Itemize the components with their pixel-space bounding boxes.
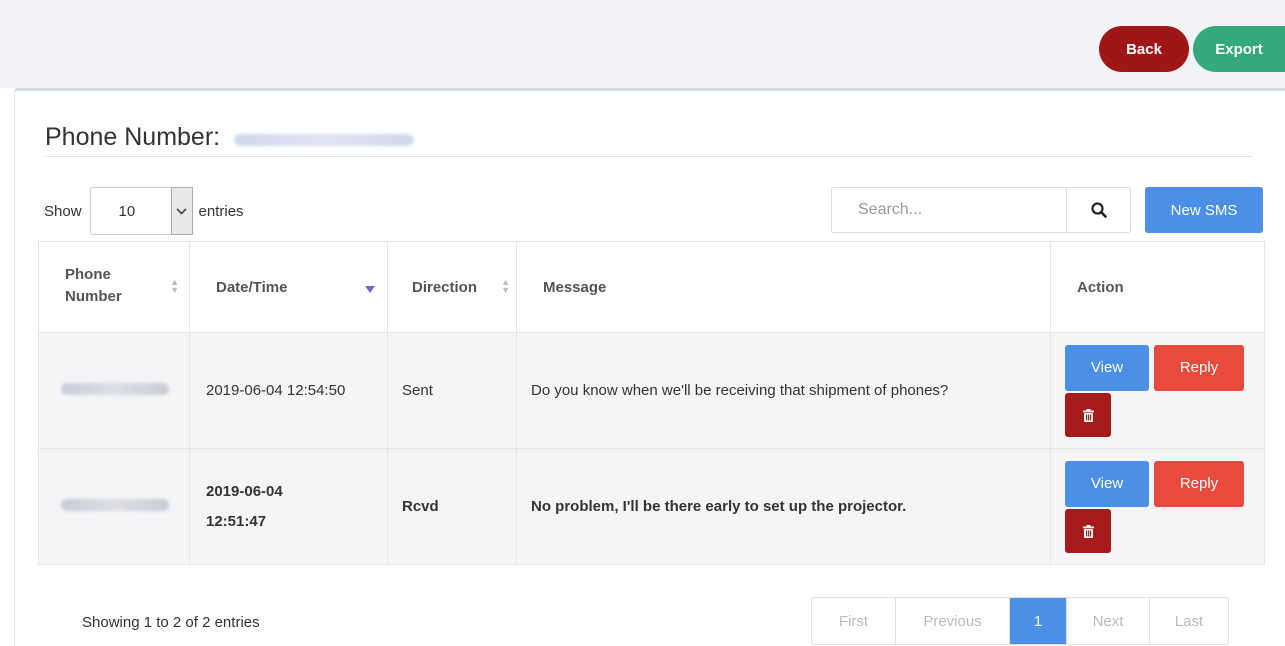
search-icon	[1090, 202, 1107, 218]
reply-button[interactable]: Reply	[1154, 461, 1244, 507]
column-header-direction[interactable]: Direction ▲ ▼	[387, 241, 517, 333]
cell-date-time: 2019-06-04 12:51:47	[189, 448, 388, 565]
sort-both-icon: ▲ ▼	[501, 277, 510, 295]
cell-direction: Rcvd	[387, 448, 517, 565]
pagination: First Previous 1 Next Last	[811, 597, 1229, 645]
column-header-date-time[interactable]: Date/Time	[189, 241, 388, 333]
time-part: 12:51:47	[206, 512, 267, 530]
entries-select[interactable]: 10	[89, 187, 193, 235]
delete-button[interactable]	[1065, 393, 1111, 437]
page-header: Phone Number:	[45, 119, 1252, 157]
length-menu: Show 10 entries	[44, 187, 244, 235]
view-button[interactable]: View	[1065, 345, 1149, 391]
column-header-action: Action	[1050, 241, 1265, 333]
column-header-label: Phone Number	[65, 266, 122, 305]
sort-both-icon: ▲ ▼	[170, 277, 179, 295]
entries-select-value: 10	[118, 202, 136, 220]
redacted-phone-number	[61, 499, 169, 511]
cell-action: View Reply	[1050, 332, 1265, 449]
pagination-next[interactable]: Next	[1067, 598, 1150, 644]
back-button[interactable]: Back	[1099, 26, 1189, 72]
chevron-down-icon[interactable]	[170, 187, 193, 235]
table-row: 2019-06-04 12:54:50 Sent Do you know whe…	[38, 332, 1265, 449]
redacted-phone-number	[61, 383, 169, 395]
page-title: Phone Number:	[45, 123, 221, 151]
pagination-previous[interactable]: Previous	[896, 598, 1010, 644]
cell-message: No problem, I'll be there early to set u…	[516, 448, 1051, 565]
export-button[interactable]: Export	[1193, 26, 1285, 72]
cell-phone-number	[38, 448, 190, 565]
search-group	[831, 187, 1131, 233]
cell-date-time: 2019-06-04 12:54:50	[189, 332, 388, 449]
sms-table: Phone Number ▲ ▼ Date/Time Direction ▲ ▼ M…	[38, 241, 1265, 565]
column-header-label: Action	[1077, 278, 1124, 296]
sort-desc-icon	[365, 286, 375, 293]
column-header-message: Message	[516, 241, 1051, 333]
date-part: 2019-06-04	[206, 482, 283, 500]
pagination-first[interactable]: First	[812, 598, 896, 644]
trash-icon	[1082, 524, 1094, 538]
search-button[interactable]	[1066, 188, 1130, 232]
view-button[interactable]: View	[1065, 461, 1149, 507]
cell-message: Do you know when we'll be receiving that…	[516, 332, 1051, 449]
new-sms-button[interactable]: New SMS	[1145, 187, 1263, 233]
cell-phone-number	[38, 332, 190, 449]
pagination-last[interactable]: Last	[1150, 598, 1228, 644]
redacted-phone-number	[234, 133, 415, 146]
action-group: View Reply	[1051, 333, 1264, 448]
column-header-label: Date/Time	[216, 278, 288, 296]
table-header-row: Phone Number ▲ ▼ Date/Time Direction ▲ ▼ M…	[38, 241, 1265, 333]
top-toolbar: Back Export	[0, 0, 1285, 88]
pagination-page-1[interactable]: 1	[1010, 598, 1067, 644]
show-label: Show	[44, 202, 82, 220]
trash-icon	[1082, 408, 1094, 422]
table-info: Showing 1 to 2 of 2 entries	[82, 614, 260, 631]
column-header-phone-number[interactable]: Phone Number ▲ ▼	[38, 241, 190, 333]
action-group: View Reply	[1051, 449, 1264, 564]
column-header-label: Message	[543, 278, 607, 296]
reply-button[interactable]: Reply	[1154, 345, 1244, 391]
cell-action: View Reply	[1050, 448, 1265, 565]
search-input[interactable]	[832, 188, 1066, 232]
entries-label: entries	[198, 202, 244, 220]
delete-button[interactable]	[1065, 509, 1111, 553]
table-row: 2019-06-04 12:51:47 Rcvd No problem, I'l…	[38, 448, 1265, 565]
column-header-label: Direction	[412, 278, 478, 296]
cell-direction: Sent	[387, 332, 517, 449]
